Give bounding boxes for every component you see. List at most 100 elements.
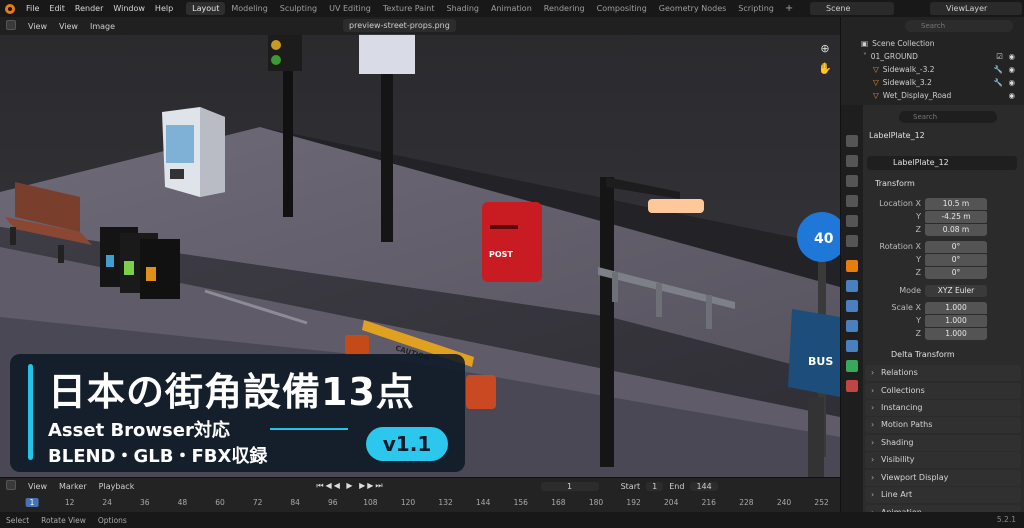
tab-texture-paint[interactable]: Texture Paint [377, 2, 441, 15]
outliner-row-ground[interactable]: ˅ 01_GROUND ☑ ◉ [841, 50, 1024, 63]
location-y-field[interactable]: -4.25 m [925, 211, 987, 223]
panel-relations[interactable]: Relations [865, 365, 1021, 381]
timeline-playback-menu[interactable]: Playback [93, 482, 141, 491]
transform-header[interactable]: Transform [875, 179, 915, 188]
scale-z-field[interactable]: 1.000 [925, 328, 987, 340]
object-tab-icon[interactable] [846, 260, 858, 272]
render-tab-icon[interactable] [846, 155, 858, 167]
delta-transform-header[interactable]: Delta Transform [891, 350, 955, 359]
frame-tick-label: 96 [328, 498, 338, 507]
panel-instancing[interactable]: Instancing [865, 400, 1021, 416]
image-file-selector[interactable]: preview-street-props.png [343, 19, 456, 32]
object-name-field[interactable]: LabelPlate_12 [867, 156, 1017, 170]
panel-visibility[interactable]: Visibility [865, 452, 1021, 468]
frame-tick-label: 60 [215, 498, 225, 507]
playback-controls-icon[interactable]: ⏮◀◀ ▶ ▶▶⏭ [310, 481, 390, 491]
properties-search-input[interactable]: Search [899, 111, 997, 123]
menu-help[interactable]: Help [150, 4, 178, 13]
modifier-tab-icon[interactable] [846, 280, 858, 292]
location-z-field[interactable]: 0.08 m [925, 224, 987, 236]
physics-tab-icon[interactable] [846, 320, 858, 332]
constraints-tab-icon[interactable] [846, 340, 858, 352]
menu-edit[interactable]: Edit [44, 4, 70, 13]
current-frame-field[interactable]: 1 [540, 481, 599, 491]
editor-type-icon[interactable] [0, 20, 22, 32]
panel-collections[interactable]: Collections [865, 383, 1021, 399]
timeline-header: View Marker Playback ⏮◀◀ ▶ ▶▶⏭ 1 Start 1… [0, 478, 840, 494]
view-menu[interactable]: View [22, 22, 53, 31]
tab-uv-editing[interactable]: UV Editing [323, 2, 377, 15]
tab-layout[interactable]: Layout [186, 2, 226, 15]
menu-window[interactable]: Window [108, 4, 150, 13]
rotation-mode-dropdown[interactable]: XYZ Euler [925, 285, 987, 297]
tab-sculpting[interactable]: Sculpting [274, 2, 323, 15]
scale-y-label: Y [916, 316, 921, 325]
rotation-x-field[interactable]: 0° [925, 241, 987, 253]
end-frame-field[interactable]: 144 [690, 481, 718, 491]
particles-tab-icon[interactable] [846, 300, 858, 312]
timeline-editor-icon[interactable] [0, 480, 22, 492]
outliner-row-sidewalk-pos[interactable]: ▽ Sidewalk_3.2 🔧 ◉ [841, 76, 1024, 89]
scene-selector[interactable]: Scene [810, 2, 894, 15]
eye-icon[interactable]: ◉ [1008, 78, 1015, 87]
pan-hand-icon[interactable]: ✋ [818, 62, 832, 76]
eye-icon[interactable]: ◉ [1008, 65, 1015, 74]
location-label: Location X [879, 199, 921, 208]
data-tab-icon[interactable] [846, 360, 858, 372]
add-workspace-button[interactable]: + [780, 3, 798, 14]
view-layer-tab-icon[interactable] [846, 195, 858, 207]
frame-tick-label: 240 [776, 498, 792, 507]
outliner-search-input[interactable]: Search [905, 20, 1013, 32]
start-frame-field[interactable]: 1 [646, 481, 664, 491]
outliner-scene-collection[interactable]: ▣ Scene Collection [841, 37, 1024, 50]
tool-tab-icon[interactable] [846, 135, 858, 147]
scene-tab-icon[interactable] [846, 215, 858, 227]
world-tab-icon[interactable] [846, 235, 858, 247]
output-tab-icon[interactable] [846, 175, 858, 187]
rotation-y-field[interactable]: 0° [925, 254, 987, 266]
menu-file[interactable]: File [21, 4, 44, 13]
outliner-row-sidewalk-neg[interactable]: ▽ Sidewalk_-3.2 🔧 ◉ [841, 63, 1024, 76]
blender-window: File Edit Render Window Help Layout Mode… [0, 0, 1024, 528]
tab-modeling[interactable]: Modeling [225, 2, 273, 15]
frame-tick-label: 204 [664, 498, 679, 507]
timeline-marker-menu[interactable]: Marker [53, 482, 93, 491]
zoom-icon[interactable]: ⊕ [818, 42, 832, 56]
checkbox-icon[interactable]: ☑ [996, 52, 1003, 61]
location-z-label: Z [915, 225, 921, 234]
scale-y-field[interactable]: 1.000 [925, 315, 987, 327]
frame-tick-label: 36 [140, 498, 150, 507]
view-layer-selector[interactable]: ViewLayer [930, 2, 1022, 15]
scene-label: Scene [826, 4, 851, 13]
frame-ruler[interactable]: 1 12 24 36 48 60 72 84 96 108 120 132 144 156 168 180 19… [0, 496, 840, 510]
outliner-row-wet-road[interactable]: ▽ Wet_Display_Road ◉ [841, 89, 1024, 102]
post-box: POST [482, 202, 542, 282]
tab-geometry-nodes[interactable]: Geometry Nodes [653, 2, 732, 15]
tab-compositing[interactable]: Compositing [591, 2, 653, 15]
frame-tick-label: 108 [363, 498, 378, 507]
panel-animation[interactable]: Animation [865, 505, 1021, 512]
rotation-z-field[interactable]: 0° [925, 267, 987, 279]
timeline-view-menu[interactable]: View [22, 482, 53, 491]
eye-icon[interactable]: ◉ [1008, 91, 1015, 100]
panel-motion-paths[interactable]: Motion Paths [865, 417, 1021, 433]
version-badge: v1.1 [366, 427, 448, 461]
location-x-field[interactable]: 10.5 m [925, 198, 987, 210]
tab-animation[interactable]: Animation [485, 2, 538, 15]
scale-x-field[interactable]: 1.000 [925, 302, 987, 314]
tab-scripting[interactable]: Scripting [732, 2, 780, 15]
view-menu-2[interactable]: View [53, 22, 84, 31]
eye-icon[interactable]: ◉ [1008, 52, 1015, 61]
frame-tick-label: 48 [177, 498, 188, 507]
panel-line-art[interactable]: Line Art [865, 487, 1021, 503]
menu-render[interactable]: Render [70, 4, 108, 13]
image-menu[interactable]: Image [84, 22, 121, 31]
tab-rendering[interactable]: Rendering [538, 2, 591, 15]
blender-logo-icon[interactable] [5, 3, 15, 14]
material-tab-icon[interactable] [846, 380, 858, 392]
expand-arrow-icon[interactable]: ˅ [863, 52, 867, 61]
panel-viewport-display[interactable]: Viewport Display [865, 470, 1021, 486]
wrench-icon: 🔧 [993, 78, 1003, 87]
panel-shading[interactable]: Shading [865, 435, 1021, 451]
tab-shading[interactable]: Shading [440, 2, 485, 15]
